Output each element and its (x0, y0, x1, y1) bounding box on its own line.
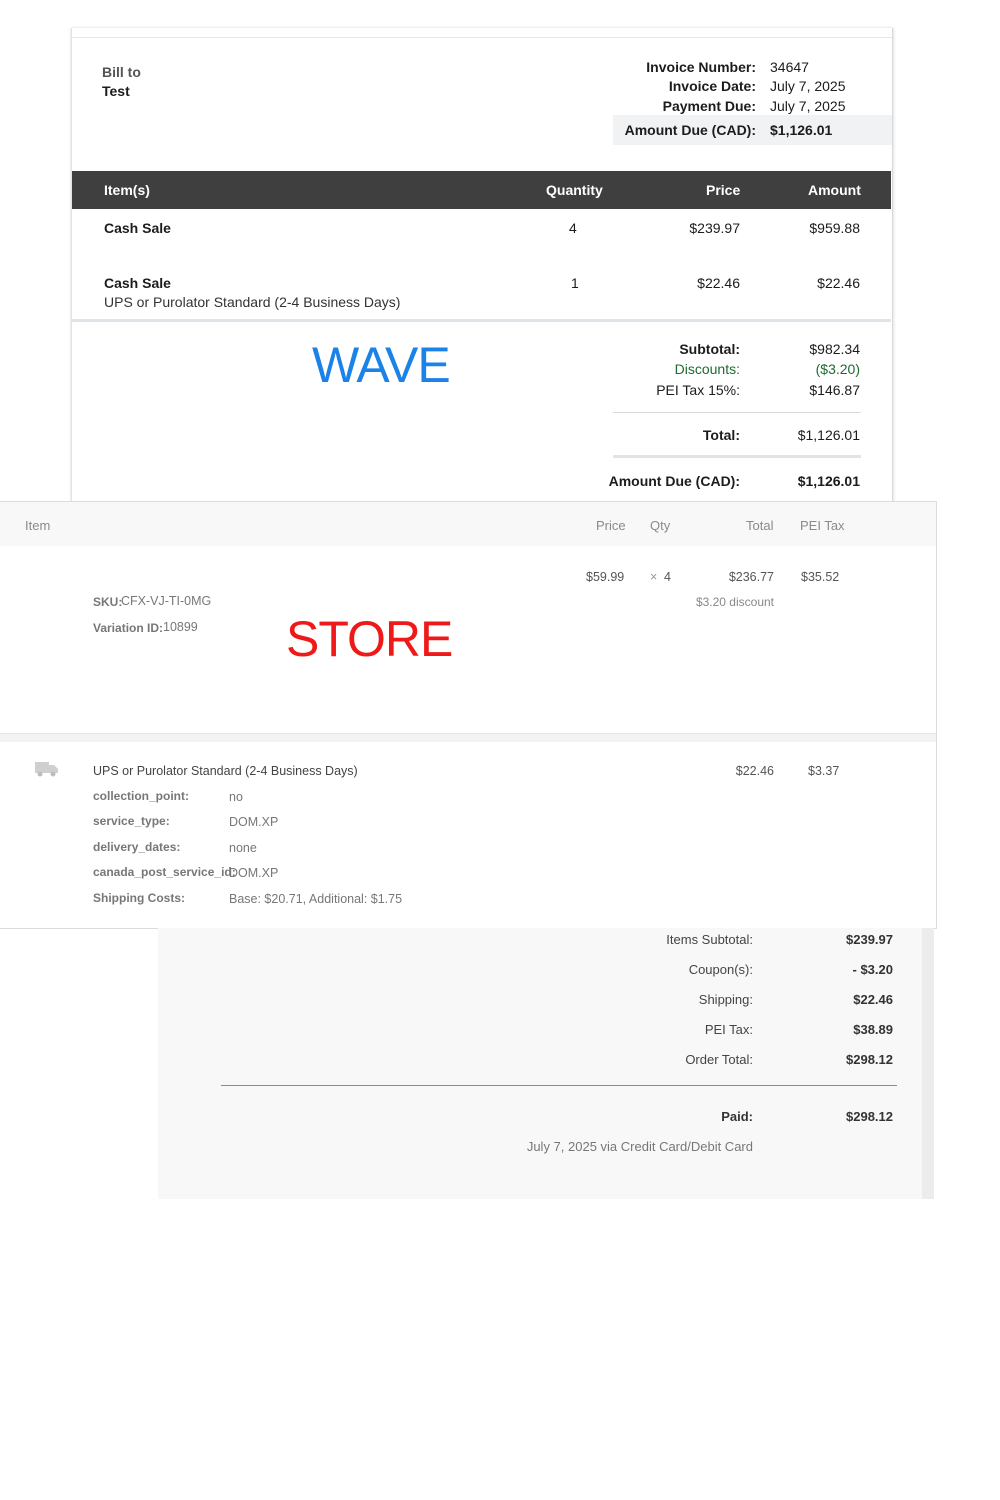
scrollbar-track[interactable] (922, 928, 934, 1199)
payment-due-value: July 7, 2025 (770, 98, 846, 114)
paid-value: $298.12 (846, 1109, 893, 1124)
wave-invoice-panel: Bill to Test Invoice Number: 34647 Invoi… (71, 28, 893, 502)
amount-due-bottom-label: Amount Due (CAD): (608, 473, 740, 489)
col-items: Item(s) (104, 182, 150, 198)
col-amount: Amount (808, 182, 861, 198)
shipping-method-name: UPS or Purolator Standard (2-4 Business … (93, 764, 358, 778)
tax-label: PEI Tax 15%: (656, 382, 740, 398)
payment-due-label: Payment Due: (662, 98, 756, 114)
order-total-label: Order Total: (685, 1052, 753, 1067)
tax-label: PEI Tax: (704, 1022, 753, 1037)
shipping-meta-value: DOM.XP (229, 866, 279, 880)
row2-item-name: Cash Sale (104, 275, 171, 291)
product-total: $236.77 (728, 570, 774, 584)
row1-qty: 4 (569, 220, 577, 236)
coupons-label: Coupon(s): (688, 962, 753, 977)
discounts-label: Discounts: (674, 361, 740, 377)
row1-price: $239.97 (689, 220, 740, 236)
subtotal-label: Subtotal: (679, 341, 740, 357)
bill-to-name: Test (102, 83, 130, 99)
paid-note: July 7, 2025 via Credit Card/Debit Card (526, 1139, 753, 1154)
row2-item-desc: UPS or Purolator Standard (2-4 Business … (104, 294, 401, 310)
shipping-label: Shipping: (698, 992, 753, 1007)
wave-watermark: WAVE (312, 337, 451, 393)
product-tax: $35.52 (801, 570, 840, 584)
items-subtotal-value: $239.97 (846, 932, 893, 947)
total-divider (613, 455, 861, 458)
shipping-meta-value: Base: $20.71, Additional: $1.75 (229, 892, 403, 906)
amount-due-bottom-value: $1,126.01 (797, 473, 860, 489)
totals-divider (221, 1085, 897, 1086)
col-total[interactable]: Total (746, 518, 773, 533)
amount-due-label: Amount Due (CAD): (624, 122, 756, 138)
coupons-value: - $3.20 (852, 962, 893, 977)
amount-due-value: $1,126.01 (770, 122, 833, 138)
product-discount-note: $3.20 discount (695, 595, 774, 609)
qty-multiplier: × (650, 570, 658, 584)
row2-qty: 1 (571, 275, 579, 291)
row2-price: $22.46 (697, 275, 740, 291)
col-price[interactable]: Price (596, 518, 626, 533)
invoice-number-value: 34647 (770, 59, 809, 75)
tax-value: $38.89 (853, 1022, 893, 1037)
row1-item-name: Cash Sale (104, 220, 171, 236)
truck-icon (35, 761, 59, 782)
store-order-panel: Item Price Qty Total PEI Tax $59.99 × 4 … (0, 501, 937, 929)
discounts-value: ($3.20) (815, 361, 860, 377)
row2-amount: $22.46 (817, 275, 860, 291)
sku-label: SKU: (93, 595, 123, 609)
divider (72, 37, 892, 38)
row1-amount: $959.88 (809, 220, 860, 236)
row-separator (0, 733, 936, 742)
tax-value: $146.87 (809, 382, 860, 398)
col-qty[interactable]: Qty (650, 518, 670, 533)
items-table-header: Item(s) Quantity Price Amount (72, 171, 891, 209)
order-total-value: $298.12 (846, 1052, 893, 1067)
items-subtotal-label: Items Subtotal: (666, 932, 753, 947)
product-price: $59.99 (586, 570, 625, 584)
total-value: $1,126.01 (797, 427, 860, 443)
col-quantity: Quantity (546, 182, 603, 198)
paid-label: Paid: (721, 1109, 753, 1124)
shipping-meta-key: canada_post_service_id: (93, 865, 236, 879)
shipping-meta-key: collection_point: (93, 789, 189, 803)
store-watermark: STORE (286, 611, 453, 667)
store-table-header: Item Price Qty Total PEI Tax (0, 502, 936, 546)
variation-value: 10899 (163, 620, 198, 634)
variation-label: Variation ID: (93, 621, 164, 635)
subtotal-value: $982.34 (809, 341, 860, 357)
shipping-meta-value: no (229, 790, 243, 804)
bill-to-label: Bill to (102, 64, 141, 80)
order-totals-panel: Items Subtotal: $239.97 Coupon(s): - $3.… (158, 928, 922, 1183)
shipping-meta-key: Shipping Costs: (93, 891, 185, 905)
col-price: Price (706, 182, 741, 198)
product-qty: 4 (664, 570, 671, 584)
shipping-meta-key: delivery_dates: (93, 840, 181, 854)
shipping-tax: $3.37 (808, 764, 840, 778)
items-divider (72, 319, 891, 322)
shipping-value: $22.46 (853, 992, 893, 1007)
invoice-date-value: July 7, 2025 (770, 78, 846, 94)
sku-value: CFX-VJ-TI-0MG (121, 594, 212, 608)
totals-footer (158, 1182, 922, 1199)
col-tax[interactable]: PEI Tax (800, 518, 845, 533)
invoice-number-label: Invoice Number: (646, 59, 756, 75)
total-label: Total: (702, 427, 740, 443)
invoice-date-label: Invoice Date: (668, 78, 756, 94)
totals-divider (613, 412, 861, 413)
shipping-total: $22.46 (735, 764, 774, 778)
col-item[interactable]: Item (25, 518, 50, 533)
shipping-meta-key: service_type: (93, 814, 170, 828)
shipping-meta-value: none (229, 841, 257, 855)
shipping-meta-value: DOM.XP (229, 815, 279, 829)
